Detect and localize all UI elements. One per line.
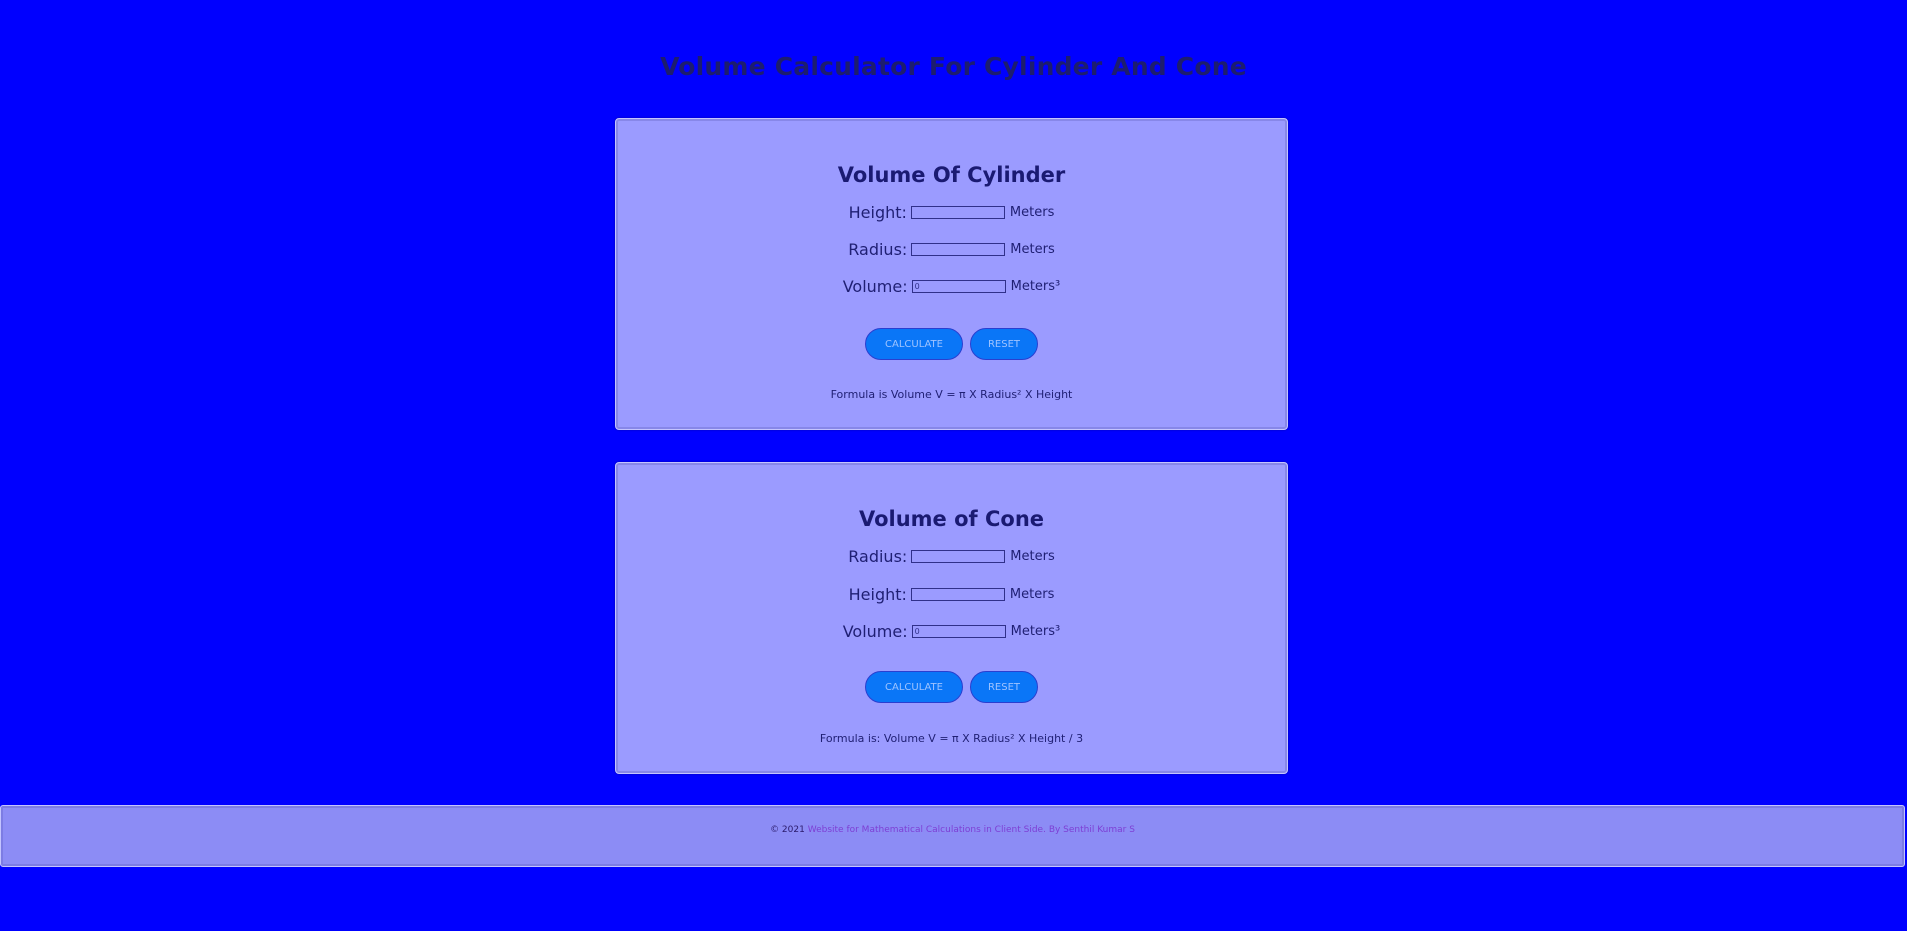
cylinder-radius-input[interactable] (911, 242, 1006, 256)
cone-title: Volume of Cone (858, 507, 1045, 531)
cylinder-card: Volume Of Cylinder Height: Meters Radius… (615, 118, 1288, 430)
cylinder-volume-row: Volume: Meters³ (616, 275, 1287, 297)
page: Volume Calculator For Cylinder And Cone … (0, 0, 1907, 931)
cone-radius-unit: Meters (1010, 548, 1055, 564)
cone-buttons: CALCULATE RESET (616, 671, 1287, 703)
cylinder-height-input[interactable] (910, 205, 1005, 219)
cylinder-volume-output[interactable] (911, 279, 1006, 293)
footer-site-link[interactable]: Website for Mathematical Calculations in… (808, 825, 1046, 835)
cone-volume-output[interactable] (911, 624, 1006, 638)
cylinder-radius-row: Radius: Meters (616, 238, 1287, 260)
cylinder-radius-unit: Meters (1010, 241, 1055, 257)
cylinder-formula: Formula is Volume V = π X Radius² X Heig… (830, 388, 1073, 401)
page-title: Volume Calculator For Cylinder And Cone (660, 52, 1247, 81)
cone-card: Volume of Cone Radius: Meters Height: Me… (615, 462, 1288, 774)
cylinder-radius-label: Radius: (848, 239, 908, 259)
cone-volume-label: Volume: (842, 621, 908, 641)
cylinder-volume-unit: Meters³ (1010, 278, 1061, 294)
cylinder-buttons: CALCULATE RESET (616, 328, 1287, 360)
cone-radius-row: Radius: Meters (616, 545, 1287, 567)
cone-volume-unit: Meters³ (1010, 623, 1061, 639)
footer-author: By Senthil Kumar S (1048, 825, 1135, 835)
cylinder-height-row: Height: Meters (616, 201, 1287, 223)
cone-formula: Formula is: Volume V = π X Radius² X Hei… (819, 732, 1084, 745)
cylinder-reset-button[interactable]: RESET (970, 328, 1038, 360)
cone-radius-input[interactable] (911, 549, 1006, 563)
cone-height-label: Height: (848, 584, 907, 604)
cylinder-height-unit: Meters (1009, 204, 1055, 220)
cone-calculate-button[interactable]: CALCULATE (865, 671, 963, 703)
footer: © 2021 Website for Mathematical Calculat… (0, 805, 1905, 867)
cylinder-title: Volume Of Cylinder (837, 163, 1066, 187)
cylinder-height-label: Height: (848, 202, 907, 222)
cone-height-unit: Meters (1009, 586, 1055, 602)
cone-height-input[interactable] (910, 587, 1005, 601)
cylinder-calculate-button[interactable]: CALCULATE (865, 328, 963, 360)
cone-radius-label: Radius: (848, 546, 908, 566)
cone-reset-button[interactable]: RESET (970, 671, 1038, 703)
cone-height-row: Height: Meters (616, 583, 1287, 605)
footer-text: © 2021 Website for Mathematical Calculat… (1, 825, 1904, 835)
cone-volume-row: Volume: Meters³ (616, 620, 1287, 642)
cylinder-volume-label: Volume: (842, 276, 908, 296)
footer-copyright: © 2021 (770, 825, 805, 835)
